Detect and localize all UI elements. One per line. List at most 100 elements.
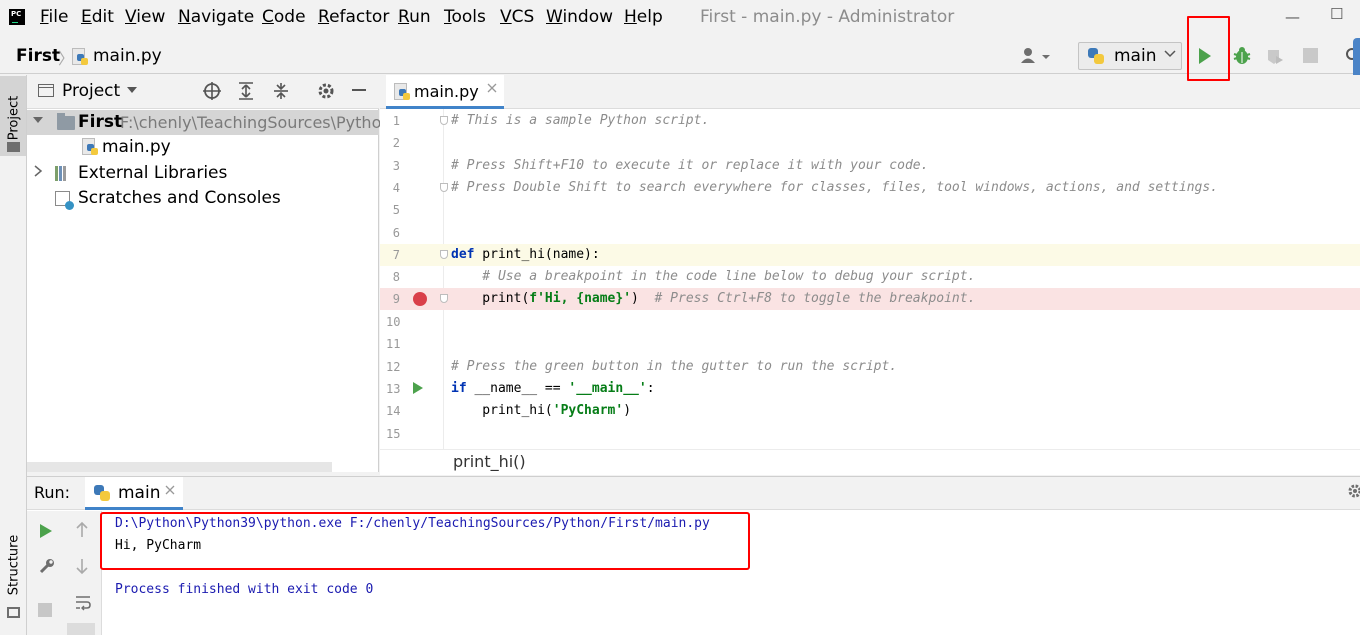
structure-icon (7, 607, 20, 618)
wrench-icon[interactable] (38, 557, 56, 580)
code-line[interactable]: 1 # This is a sample Python script. (380, 110, 1360, 132)
close-icon[interactable] (487, 82, 497, 97)
run-gutter-icon[interactable] (413, 382, 423, 394)
tree-item-external-libraries[interactable]: External Libraries (27, 161, 379, 186)
project-panel: Project First F:\chenly\TeachingSources\… (27, 75, 382, 476)
navigation-bar: First 〉 main.py main (0, 38, 1360, 74)
code-line[interactable]: 10 (380, 311, 1360, 333)
gear-icon[interactable] (1347, 483, 1360, 504)
code-line[interactable]: 5 (380, 199, 1360, 221)
run-configuration-label: main (1114, 46, 1157, 66)
pycharm-logo-icon (9, 9, 25, 25)
code-line[interactable]: 2 (380, 132, 1360, 154)
code-line[interactable]: 6 (380, 222, 1360, 244)
close-icon[interactable] (165, 484, 175, 499)
menu-bar: File Edit View Navigate Code Refactor Ru… (0, 0, 1360, 36)
fold-icon[interactable] (440, 294, 448, 303)
tree-item-label: First (78, 112, 123, 132)
fold-icon[interactable] (440, 116, 448, 125)
menu-run[interactable]: Run (398, 7, 431, 27)
run-button-highlight-box (1187, 16, 1230, 81)
code-line[interactable]: 4 # Press Double Shift to search everywh… (380, 177, 1360, 199)
code-line[interactable]: 8 # Use a breakpoint in the code line be… (380, 266, 1360, 288)
menu-navigate[interactable]: Navigate (178, 7, 254, 27)
collapse-all-icon[interactable] (272, 81, 290, 105)
tree-item-project-root[interactable]: First F:\chenly\TeachingSources\Pytho (27, 110, 382, 135)
breadcrumb-file[interactable]: main.py (93, 46, 162, 66)
rerun-icon[interactable] (40, 524, 52, 538)
menu-code[interactable]: Code (262, 7, 306, 27)
breadcrumb-project[interactable]: First (16, 46, 60, 66)
tree-item-main-py[interactable]: main.py (27, 135, 379, 160)
line-number: 12 (386, 360, 401, 374)
tool-tab-project-label[interactable]: Project (7, 96, 22, 140)
code-line-current[interactable]: 7 def print_hi(name): (380, 244, 1360, 266)
folder-icon (7, 142, 20, 152)
locate-target-icon[interactable] (202, 81, 222, 105)
collapsed-arrow-icon[interactable] (32, 165, 44, 180)
minimize-button[interactable]: — (1285, 8, 1300, 26)
menu-help[interactable]: Help (624, 7, 663, 27)
debug-bug-icon[interactable] (1232, 46, 1252, 70)
stop-button[interactable] (1303, 48, 1318, 63)
coverage-icon[interactable] (1265, 47, 1285, 71)
editor-breadcrumb: print_hi() (380, 449, 1360, 475)
line-number: 7 (392, 248, 400, 262)
menu-refactor[interactable]: Refactor (318, 7, 389, 27)
hide-panel-icon[interactable] (350, 79, 368, 103)
line-number: 5 (392, 203, 400, 217)
line-number: 9 (392, 292, 400, 306)
menu-tools[interactable]: Tools (444, 7, 486, 27)
project-panel-header: Project (27, 75, 379, 109)
arrow-down-icon[interactable] (75, 557, 89, 580)
code-editor: main.py 1 # This is a sample Python scri… (380, 75, 1360, 475)
tool-tab-structure-label[interactable]: Structure (7, 535, 22, 595)
expand-all-icon[interactable] (237, 81, 255, 105)
code-line[interactable]: 13 if __name__ == '__main__': (380, 378, 1360, 400)
run-panel-title: Run: (34, 483, 71, 502)
menu-view[interactable]: View (125, 7, 165, 27)
project-view-select[interactable]: Project (62, 81, 120, 101)
scroll-to-end-icon[interactable] (67, 623, 95, 635)
menu-file[interactable]: File (40, 7, 68, 27)
python-icon (1088, 48, 1104, 64)
tree-item-scratches[interactable]: Scratches and Consoles (27, 186, 379, 211)
tree-item-path: F:\chenly\TeachingSources\Pytho (120, 113, 382, 132)
code-text: # Press Double Shift to search everywher… (451, 180, 1219, 195)
menu-window[interactable]: Window (546, 7, 613, 27)
editor-tab-main-py[interactable]: main.py (386, 75, 504, 109)
python-icon (94, 485, 110, 501)
arrow-up-icon[interactable] (75, 521, 89, 544)
run-toolbar (27, 511, 102, 635)
fold-icon[interactable] (440, 183, 448, 192)
user-icon[interactable] (1020, 47, 1054, 69)
code-line[interactable]: 15 (380, 423, 1360, 445)
code-line-breakpoint[interactable]: 9 print(f'Hi, {name}') # Press Ctrl+F8 t… (380, 288, 1360, 310)
run-tab-main[interactable]: main (85, 477, 183, 510)
console-exit-line: Process finished with exit code 0 (115, 582, 374, 597)
run-configuration-select[interactable]: main (1078, 42, 1182, 70)
line-number: 14 (386, 404, 401, 418)
tree-item-label: External Libraries (78, 163, 228, 183)
menu-edit[interactable]: Edit (81, 7, 114, 27)
breakpoint-icon[interactable] (413, 292, 427, 306)
code-line[interactable]: 11 (380, 333, 1360, 355)
chevron-down-icon[interactable] (126, 85, 138, 98)
gear-icon[interactable] (316, 81, 336, 105)
code-line[interactable]: 12 # Press the green button in the gutte… (380, 356, 1360, 378)
maximize-button[interactable]: ☐ (1330, 5, 1343, 23)
soft-wrap-icon[interactable] (74, 593, 92, 616)
code-text: # Use a breakpoint in the code line belo… (451, 269, 976, 284)
stop-icon[interactable] (38, 603, 52, 617)
fold-icon[interactable] (440, 250, 448, 259)
code-line[interactable]: 3 # Press Shift+F10 to execute it or rep… (380, 155, 1360, 177)
editor-breadcrumb-function[interactable]: print_hi() (453, 452, 526, 471)
expand-arrow-icon[interactable] (32, 114, 44, 129)
menu-vcs[interactable]: VCS (500, 7, 534, 27)
code-text: # This is a sample Python script. (451, 113, 710, 128)
python-file-icon (394, 83, 410, 101)
line-number: 4 (392, 181, 400, 195)
line-number: 15 (386, 427, 401, 441)
code-line[interactable]: 14 print_hi('PyCharm') (380, 400, 1360, 422)
horizontal-scrollbar[interactable] (27, 462, 332, 472)
